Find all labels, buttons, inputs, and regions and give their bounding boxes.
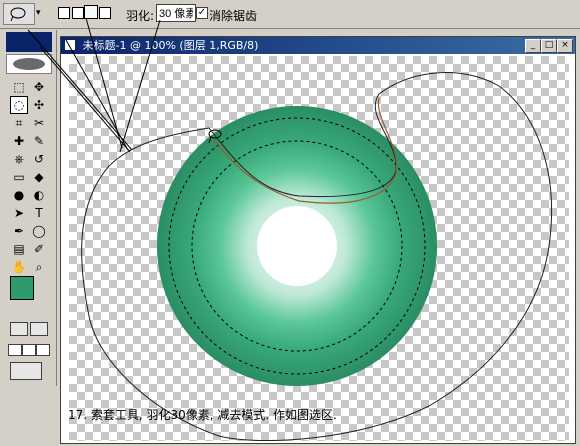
bucket-icon[interactable]: ◆ xyxy=(30,168,48,186)
ring-hole xyxy=(257,206,337,286)
preset-dropdown[interactable]: ▾ xyxy=(36,5,46,21)
anti-alias-label: 消除锯齿 xyxy=(209,9,258,23)
document-title: 未标题-1 @ 100% (图层 1,RGB/8) xyxy=(82,39,259,52)
maximize-button[interactable]: □ xyxy=(541,39,557,53)
foreground-color-swatch[interactable] xyxy=(10,276,34,300)
clone-stamp-icon[interactable]: ⎈ xyxy=(10,150,28,168)
notes-icon[interactable]: ▤ xyxy=(10,240,28,258)
toolbox-logo xyxy=(6,54,52,74)
lasso-tool-preset[interactable] xyxy=(3,3,35,25)
toolbox-header xyxy=(6,32,52,52)
history-brush-icon[interactable]: ↺ xyxy=(30,150,48,168)
path-select-icon[interactable]: ➤ xyxy=(10,204,28,222)
zoom-icon[interactable]: ⌕ xyxy=(30,258,48,276)
brush-icon[interactable]: ✎ xyxy=(30,132,48,150)
pen-icon[interactable]: ✒ xyxy=(10,222,28,240)
document-titlebar: 未标题-1 @ 100% (图层 1,RGB/8) xyxy=(61,37,575,54)
feather-label: 羽化: xyxy=(126,9,155,23)
screen-mode-full[interactable] xyxy=(36,344,50,356)
selection-mode-add[interactable] xyxy=(72,7,84,19)
document-icon xyxy=(65,40,75,50)
standard-mode-button[interactable] xyxy=(10,322,28,336)
feather-icon xyxy=(13,58,45,70)
crop-icon[interactable]: ⌗ xyxy=(10,114,28,132)
tutorial-caption: 17. 索套工具, 羽化30像素, 减去模式. 作如图选区. xyxy=(68,408,337,422)
lasso-icon[interactable]: ◌ xyxy=(10,96,28,114)
toolbox: ⬚ ✥ ◌ ✣ ⌗ ✂ ✚ ✎ ⎈ ↺ ▭ ◆ ● ◐ ➤ T ✒ ◯ ▤ ✐ ✋ ⌕ xyxy=(2,30,57,386)
healing-icon[interactable]: ✚ xyxy=(10,132,28,150)
slice-icon[interactable]: ✂ xyxy=(30,114,48,132)
type-icon[interactable]: T xyxy=(30,204,48,222)
shape-icon[interactable]: ◯ xyxy=(30,222,48,240)
lasso-icon xyxy=(10,7,26,22)
minimize-button[interactable]: _ xyxy=(525,39,541,53)
selection-mode-intersect[interactable] xyxy=(99,7,111,19)
ring-artwork xyxy=(81,72,552,441)
screen-mode-standard[interactable] xyxy=(8,344,22,356)
image-canvas[interactable] xyxy=(69,56,569,441)
move-icon[interactable]: ✥ xyxy=(30,78,48,96)
screen-mode-full-menu[interactable] xyxy=(22,344,36,356)
selection-mode-subtract[interactable] xyxy=(84,5,98,19)
document-window: 未标题-1 @ 100% (图层 1,RGB/8) _ □ × xyxy=(60,36,576,444)
jump-to-imageready[interactable] xyxy=(10,362,42,380)
quick-mask-button[interactable] xyxy=(30,322,48,336)
hand-icon[interactable]: ✋ xyxy=(10,258,28,276)
anti-alias-checkbox[interactable]: ✓ xyxy=(196,7,208,19)
color-swatches xyxy=(10,276,48,314)
feather-input[interactable] xyxy=(156,4,196,22)
blur-icon[interactable]: ● xyxy=(10,186,28,204)
selection-mode-new[interactable] xyxy=(58,7,70,19)
marquee-icon[interactable]: ⬚ xyxy=(10,78,28,96)
options-bar: ▾ 羽化: ✓ 消除锯齿 xyxy=(0,0,580,29)
eraser-icon[interactable]: ▭ xyxy=(10,168,28,186)
close-button[interactable]: × xyxy=(557,39,573,53)
magic-wand-icon[interactable]: ✣ xyxy=(30,96,48,114)
eyedropper-icon[interactable]: ✐ xyxy=(30,240,48,258)
dodge-icon[interactable]: ◐ xyxy=(30,186,48,204)
